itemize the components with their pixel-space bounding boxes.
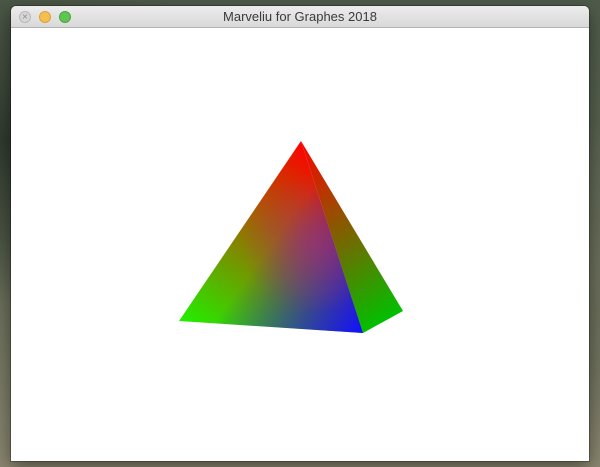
title-bar[interactable]: × Marveliu for Graphes 2018 [11, 6, 589, 28]
scene-svg [179, 141, 403, 333]
render-canvas[interactable] [11, 28, 589, 461]
window-title: Marveliu for Graphes 2018 [223, 9, 377, 24]
app-window: × Marveliu for Graphes 2018 [11, 6, 589, 461]
